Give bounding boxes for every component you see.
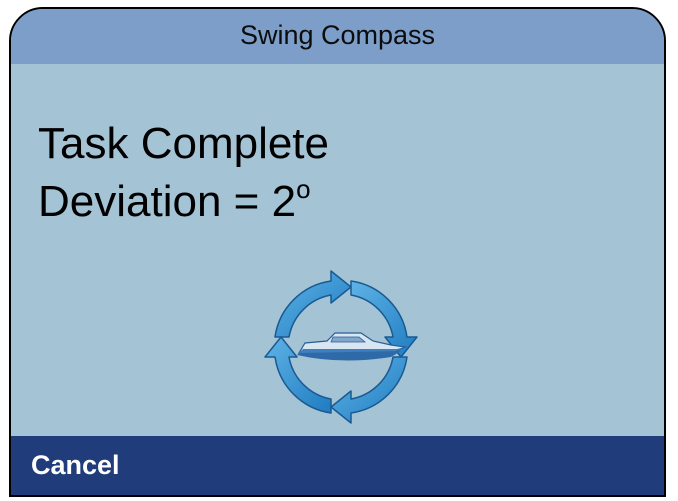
status-message: Task Complete Deviation = 2o: [38, 115, 329, 236]
arrow-bottom-right: [330, 356, 408, 424]
arrow-top-left: [274, 270, 352, 338]
swing-compass-dialog: Swing Compass Task Complete Deviation = …: [9, 7, 666, 497]
deviation-value: Deviation = 2: [38, 177, 297, 226]
boat-rotation-icon: [264, 270, 418, 424]
task-complete-text: Task Complete: [38, 119, 330, 168]
degree-symbol: o: [296, 174, 311, 204]
cancel-button[interactable]: Cancel: [27, 436, 124, 495]
deviation-text: Deviation = 2o: [38, 173, 329, 236]
dialog-title: Swing Compass: [11, 9, 664, 64]
softkey-bar: Cancel: [11, 436, 664, 495]
